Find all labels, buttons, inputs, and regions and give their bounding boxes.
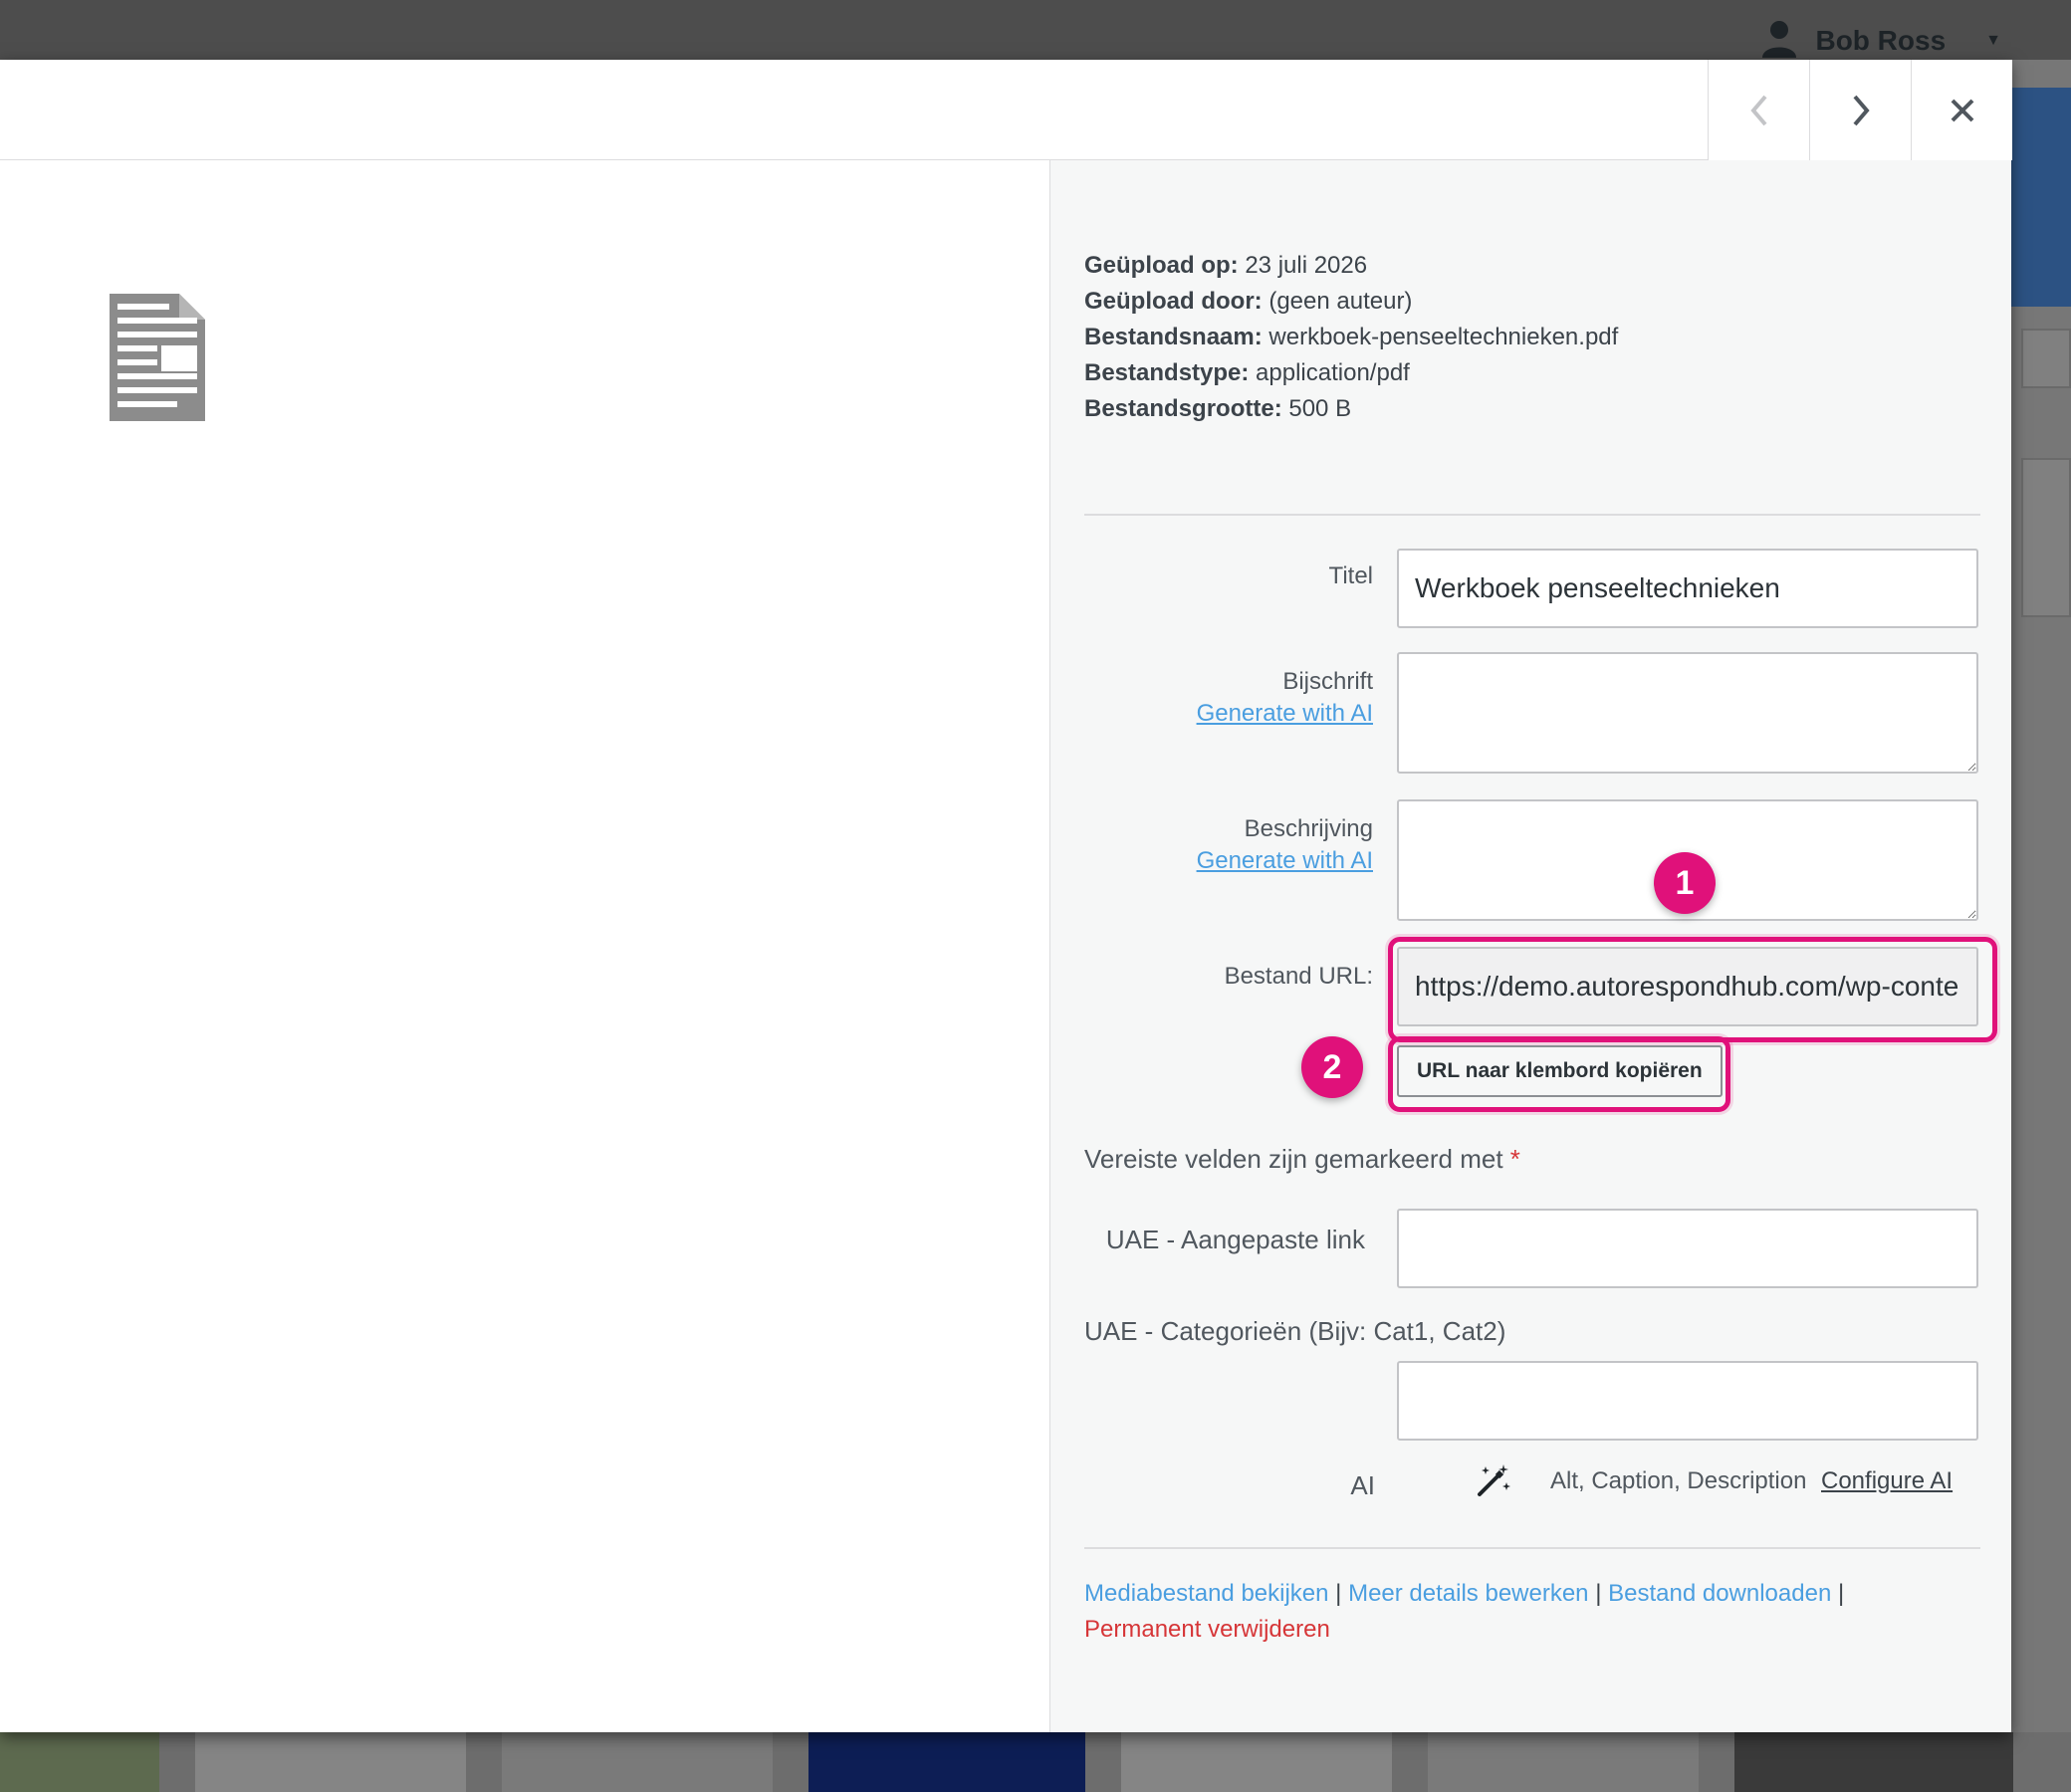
- uae-categories-input[interactable]: [1397, 1361, 1978, 1441]
- uae-custom-link-label: UAE - Aangepaste link: [1105, 1225, 1365, 1254]
- description-label: Beschrijving: [1244, 815, 1373, 842]
- ai-fields-description: Alt, Caption, Description: [1550, 1467, 1807, 1494]
- background-thumbnail: [808, 1732, 1085, 1792]
- caption-generate-ai-link[interactable]: Generate with AI: [975, 700, 1373, 728]
- magic-wand-icon[interactable]: [1474, 1460, 1513, 1505]
- file-meta: Geüpload op: 23 juli 2026 Geüpload door:…: [1084, 248, 1618, 427]
- background-thumbnail: [502, 1732, 773, 1792]
- meta-filetype: Bestandstype: application/pdf: [1084, 359, 1410, 386]
- required-star: *: [1509, 1144, 1520, 1174]
- divider: [1084, 514, 1980, 516]
- modal-header: [0, 60, 2012, 160]
- meta-uploaded-on: Geüpload op: 23 juli 2026: [1084, 252, 1368, 279]
- attachment-actions: Mediabestand bekijken | Meer details bew…: [1084, 1580, 1845, 1643]
- caption-label: Bijschrift: [1282, 668, 1373, 695]
- close-icon: [1951, 99, 1973, 121]
- background-thumbnail: [1734, 1732, 2013, 1792]
- document-icon: [110, 294, 205, 426]
- caret-down-icon: ▼: [1985, 31, 2001, 49]
- divider: [1084, 1547, 1980, 1549]
- highlight-copy-button: [1388, 1036, 1730, 1112]
- background-card: [2021, 458, 2071, 617]
- chevron-right-icon: [1852, 95, 1870, 125]
- user-menu[interactable]: Bob Ross ▼: [1759, 18, 2001, 63]
- uae-categories-label: UAE - Categorieën (Bijv: Cat1, Cat2): [1084, 1316, 1506, 1346]
- caption-textarea[interactable]: [1397, 652, 1978, 774]
- file-url-label: Bestand URL:: [1224, 963, 1373, 990]
- user-avatar-icon: [1759, 18, 1799, 63]
- download-file-link[interactable]: Bestand downloaden: [1608, 1580, 1831, 1607]
- uae-custom-link-input[interactable]: [1397, 1209, 1978, 1288]
- background-banner: [2011, 88, 2071, 307]
- required-fields-note: Vereiste velden zijn gemarkeerd met *: [1084, 1144, 1520, 1174]
- title-label: Titel: [1328, 562, 1373, 589]
- previous-button[interactable]: [1708, 60, 1809, 160]
- edit-details-link[interactable]: Meer details bewerken: [1348, 1580, 1588, 1607]
- chevron-left-icon: [1749, 95, 1767, 125]
- background-card: [2021, 329, 2071, 388]
- user-name: Bob Ross: [1815, 24, 1947, 56]
- title-input[interactable]: [1397, 549, 1978, 628]
- highlight-url-field: [1388, 937, 1997, 1042]
- close-button[interactable]: [1911, 60, 2012, 160]
- meta-filename: Bestandsnaam: werkboek-penseeltechnieken…: [1084, 324, 1619, 350]
- attachment-details-panel: Geüpload op: 23 juli 2026 Geüpload door:…: [1049, 160, 2011, 1732]
- attachment-details-modal: Geüpload op: 23 juli 2026 Geüpload door:…: [0, 60, 2012, 1732]
- background-page: [2011, 60, 2071, 1792]
- admin-bar: Bob Ross ▼: [0, 0, 2071, 60]
- ai-label: AI: [1350, 1470, 1375, 1500]
- view-media-link[interactable]: Mediabestand bekijken: [1084, 1580, 1329, 1607]
- background-thumbnail: [1428, 1732, 1699, 1792]
- next-button[interactable]: [1809, 60, 1911, 160]
- delete-permanently-link[interactable]: Permanent verwijderen: [1084, 1616, 1330, 1643]
- attachment-preview: [0, 160, 1049, 1732]
- meta-filesize: Bestandsgrootte: 500 B: [1084, 395, 1352, 422]
- background-thumbnail: [195, 1732, 466, 1792]
- background-thumbnail: [1121, 1732, 1392, 1792]
- annotation-badge-1: 1: [1654, 852, 1716, 914]
- configure-ai-link[interactable]: Configure AI: [1821, 1467, 1953, 1495]
- background-thumbnail: [0, 1732, 159, 1792]
- description-generate-ai-link[interactable]: Generate with AI: [975, 847, 1373, 875]
- annotation-badge-2: 2: [1301, 1036, 1363, 1098]
- meta-uploaded-by: Geüpload door: (geen auteur): [1084, 288, 1413, 315]
